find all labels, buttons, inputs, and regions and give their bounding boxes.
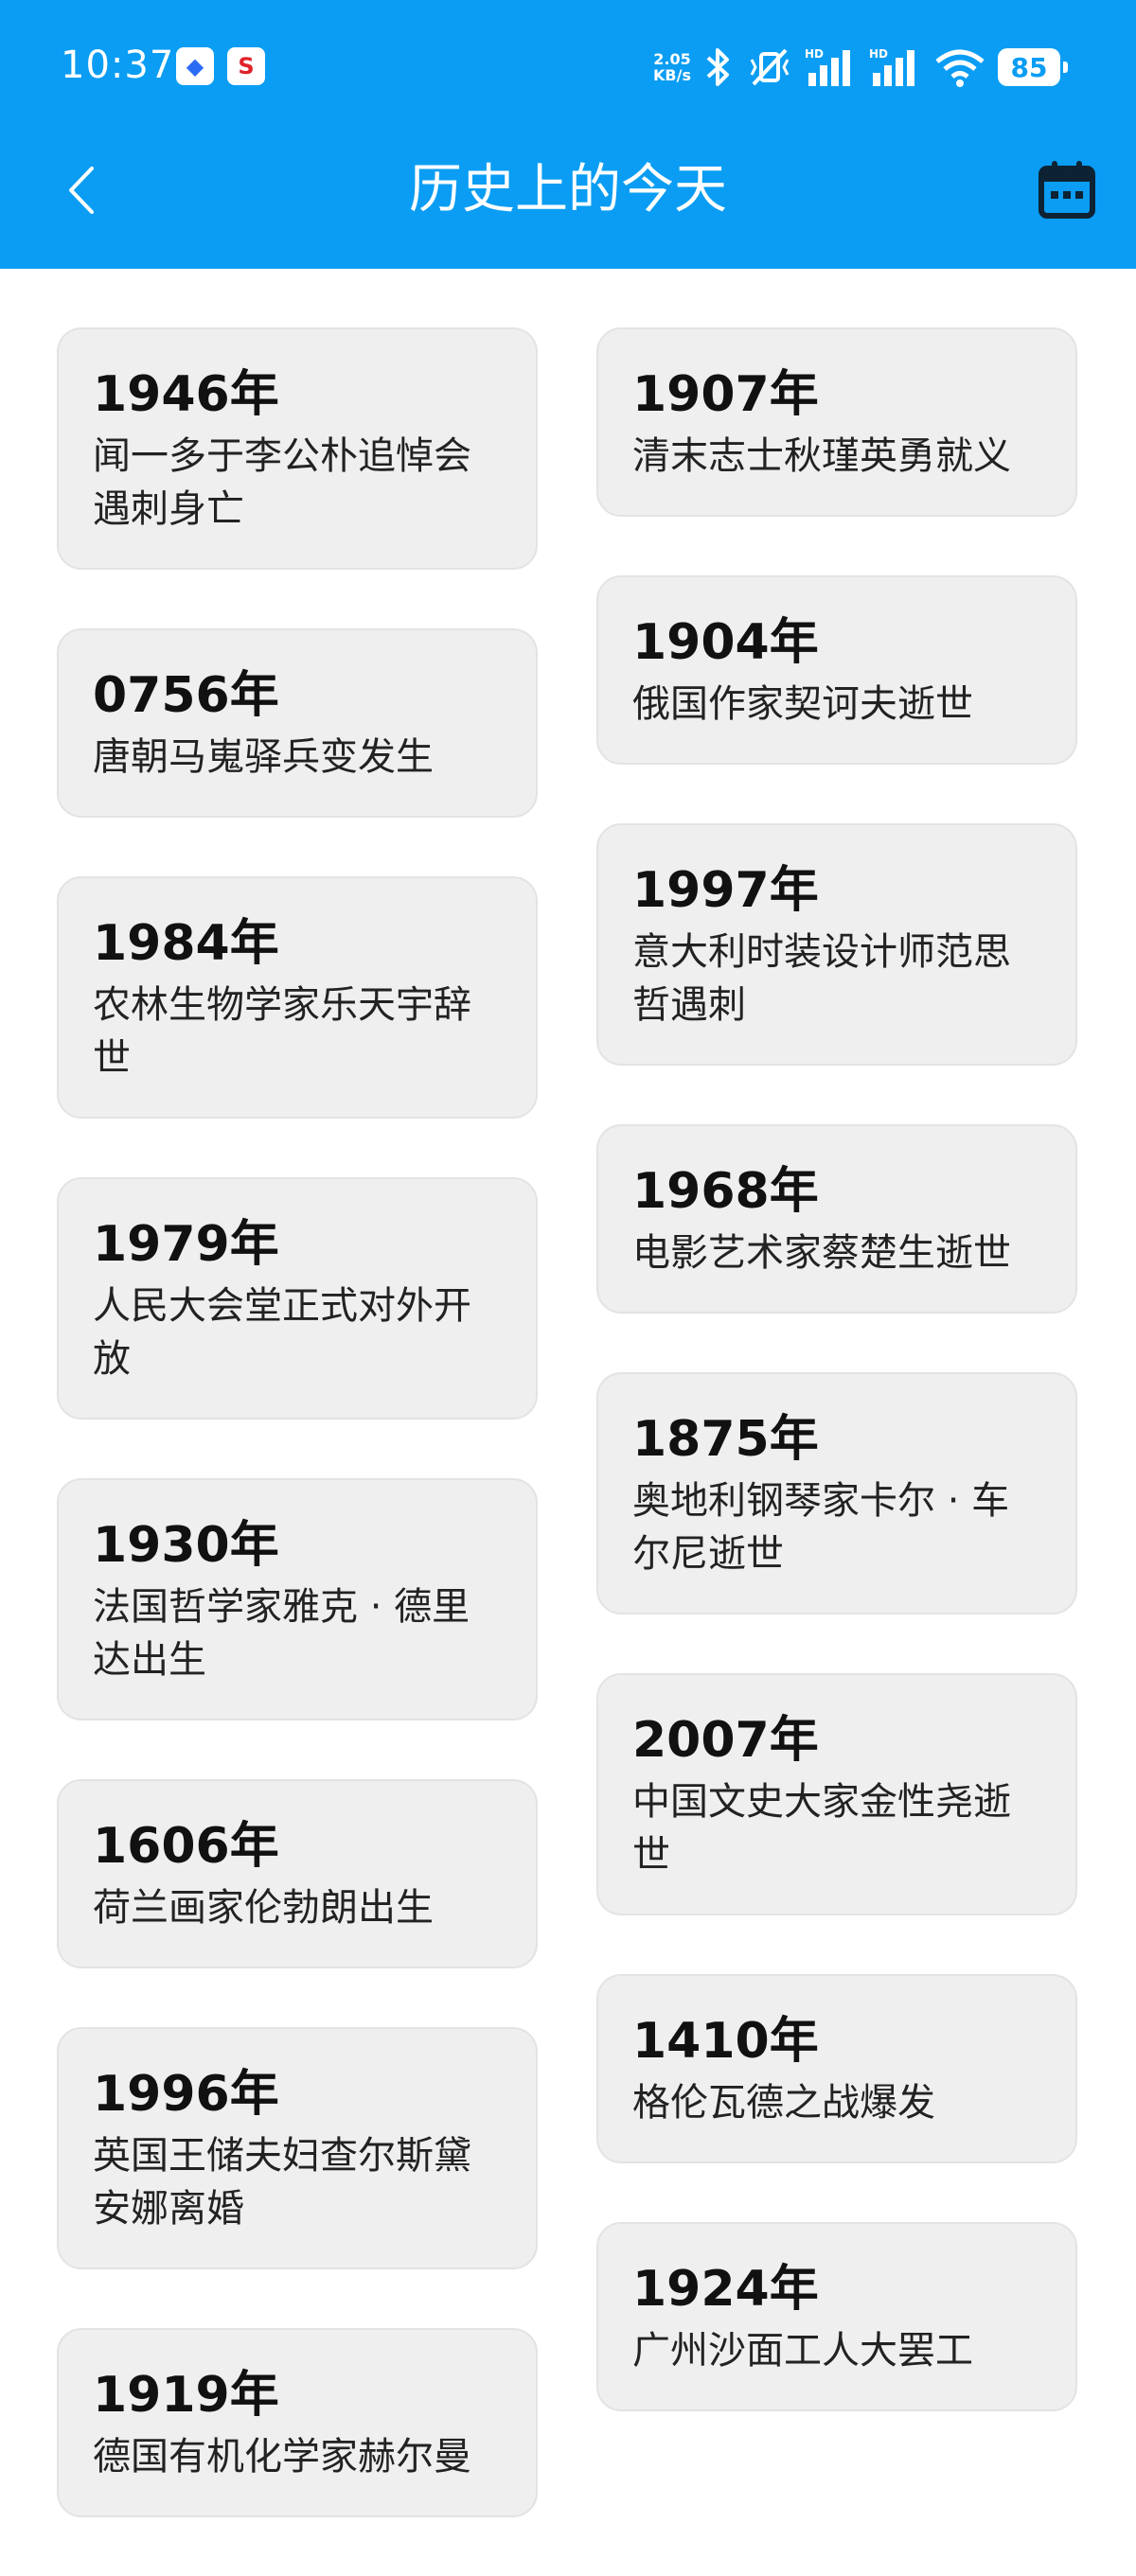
- status-time: 10:37: [61, 44, 175, 87]
- event-description: 法国哲学家雅克 · 德里达出生: [93, 1585, 470, 1682]
- event-description: 闻一多于李公朴追悼会遇刺身亡: [93, 434, 471, 531]
- network-speed-value: 2.05: [653, 50, 691, 68]
- event-year: 1907年: [632, 366, 819, 423]
- app-header: 10:37 ◆ S 2.05 KB/s HD HD 85 历史上的今天: [0, 0, 1136, 269]
- calendar-button[interactable]: [1034, 157, 1100, 223]
- event-year: 1997年: [632, 862, 819, 919]
- event-card[interactable]: 1919年 德国有机化学家赫尔曼: [57, 2328, 538, 2517]
- event-description: 农林生物学家乐天宇辞世: [93, 983, 471, 1080]
- event-card[interactable]: 1996年 英国王储夫妇查尔斯黛安娜离婚: [57, 2027, 538, 2269]
- bluetooth-icon: [706, 48, 729, 86]
- event-year: 1904年: [632, 614, 819, 671]
- calendar-icon: [1038, 161, 1095, 219]
- status-icons: 2.05 KB/s HD HD 85: [653, 44, 1068, 91]
- event-year: 1984年: [93, 915, 279, 972]
- event-description: 清末志士秋瑾英勇就义: [632, 434, 1011, 478]
- event-description: 格伦瓦德之战爆发: [632, 2081, 935, 2125]
- status-bar: 10:37 ◆ S 2.05 KB/s HD HD 85: [0, 0, 1136, 136]
- notification-app-icon: ◆: [176, 47, 214, 85]
- svg-text:HD: HD: [805, 47, 824, 61]
- event-description: 意大利时装设计师范思哲遇刺: [632, 930, 1011, 1027]
- svg-text:HD: HD: [869, 47, 888, 61]
- event-year: 2007年: [632, 1712, 819, 1769]
- event-description: 唐朝马嵬驿兵变发生: [93, 735, 434, 779]
- events-grid: 1946年 闻一多于李公朴追悼会遇刺身亡 0756年 唐朝马嵬驿兵变发生 198…: [0, 269, 1136, 2527]
- event-card[interactable]: 1984年 农林生物学家乐天宇辞世: [57, 876, 538, 1119]
- vibrate-mute-icon: [750, 48, 790, 86]
- event-card[interactable]: 1924年 广州沙面工人大罢工: [596, 2222, 1077, 2411]
- event-card[interactable]: 1904年 俄国作家契诃夫逝世: [596, 575, 1077, 765]
- event-card[interactable]: 1946年 闻一多于李公朴追悼会遇刺身亡: [57, 327, 538, 570]
- wifi-icon: [935, 49, 985, 87]
- battery-level: 85: [1010, 51, 1048, 83]
- events-column-right: 1907年 清末志士秋瑾英勇就义 1904年 俄国作家契诃夫逝世 1997年 意…: [596, 327, 1077, 2470]
- network-speed: 2.05 KB/s: [653, 51, 691, 83]
- event-card[interactable]: 1997年 意大利时装设计师范思哲遇刺: [596, 823, 1077, 1066]
- battery-indicator: 85: [998, 48, 1068, 86]
- event-description: 俄国作家契诃夫逝世: [632, 682, 973, 726]
- event-card[interactable]: 1979年 人民大会堂正式对外开放: [57, 1177, 538, 1420]
- network-speed-unit: KB/s: [653, 66, 691, 84]
- event-year: 0756年: [93, 667, 279, 724]
- event-year: 1946年: [93, 366, 279, 423]
- event-description: 广州沙面工人大罢工: [632, 2329, 973, 2373]
- event-card[interactable]: 1410年 格伦瓦德之战爆发: [596, 1974, 1077, 2163]
- event-year: 1410年: [632, 2013, 819, 2070]
- event-card[interactable]: 1930年 法国哲学家雅克 · 德里达出生: [57, 1478, 538, 1720]
- event-description: 德国有机化学家赫尔曼: [93, 2435, 471, 2479]
- event-card[interactable]: 1907年 清末志士秋瑾英勇就义: [596, 327, 1077, 517]
- notification-s-app-icon: S: [227, 47, 265, 85]
- event-year: 1606年: [93, 1818, 279, 1875]
- event-card[interactable]: 0756年 唐朝马嵬驿兵变发生: [57, 628, 538, 818]
- event-description: 英国王储夫妇查尔斯黛安娜离婚: [93, 2134, 471, 2231]
- event-year: 1875年: [632, 1411, 819, 1468]
- event-description: 荷兰画家伦勃朗出生: [93, 1886, 434, 1930]
- event-description: 电影艺术家蔡楚生逝世: [632, 1231, 1011, 1275]
- event-description: 奥地利钢琴家卡尔 · 车尔尼逝世: [632, 1479, 1010, 1576]
- event-card[interactable]: 2007年 中国文史大家金性尧逝世: [596, 1673, 1077, 1915]
- event-description: 中国文史大家金性尧逝世: [632, 1780, 1011, 1877]
- event-year: 1968年: [632, 1163, 819, 1220]
- event-year: 1930年: [93, 1517, 279, 1574]
- event-description: 人民大会堂正式对外开放: [93, 1284, 471, 1381]
- event-card[interactable]: 1968年 电影艺术家蔡楚生逝世: [596, 1124, 1077, 1314]
- event-year: 1919年: [93, 2367, 279, 2424]
- event-card[interactable]: 1875年 奥地利钢琴家卡尔 · 车尔尼逝世: [596, 1372, 1077, 1614]
- event-card[interactable]: 1606年 荷兰画家伦勃朗出生: [57, 1779, 538, 1968]
- event-year: 1979年: [93, 1216, 279, 1273]
- event-year: 1996年: [93, 2066, 279, 2123]
- signal-sim2-icon: HD: [869, 47, 914, 86]
- page-title: 历史上的今天: [409, 159, 727, 221]
- signal-sim1-icon: HD: [805, 47, 850, 86]
- events-column-left: 1946年 闻一多于李公朴追悼会遇刺身亡 0756年 唐朝马嵬驿兵变发生 198…: [57, 327, 538, 2576]
- event-year: 1924年: [632, 2261, 819, 2318]
